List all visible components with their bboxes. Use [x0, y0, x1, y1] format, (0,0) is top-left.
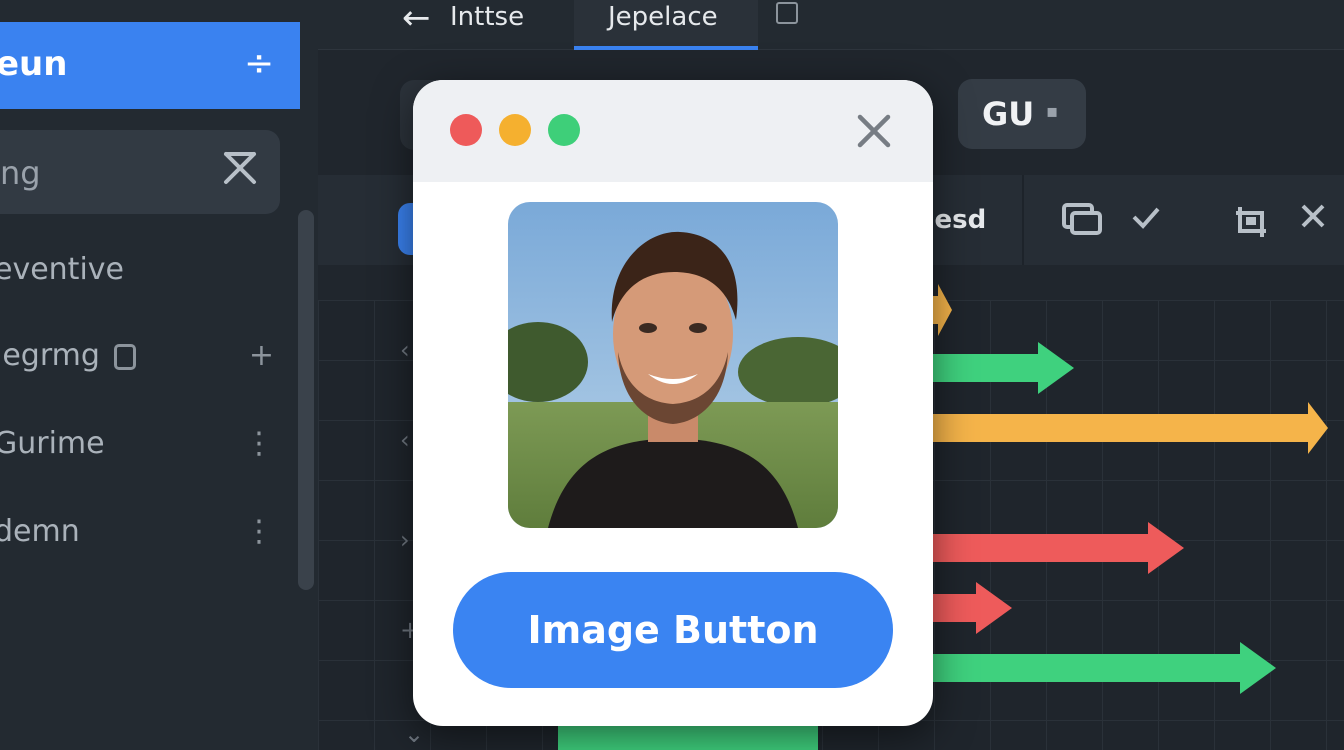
sidebar-scrollbar[interactable] — [298, 210, 314, 590]
sidebar-item-active[interactable]: eun ÷ — [0, 22, 300, 109]
search-input[interactable]: ng — [0, 154, 41, 192]
add-icon[interactable]: + — [249, 338, 274, 373]
timeline-bar-orange[interactable] — [898, 402, 1328, 454]
arrow-head — [1308, 402, 1328, 454]
sidebar-item[interactable]: legrmg + — [0, 338, 284, 398]
layers-icon[interactable] — [1060, 201, 1104, 245]
collapse-icon[interactable]: ⌄ — [404, 720, 424, 748]
app-window: eun ÷ ng eventive legrmg + Gurime ⋮ demn… — [0, 0, 1344, 750]
timeline-bar-green[interactable] — [898, 642, 1276, 694]
arrow-head — [1148, 522, 1184, 574]
sidebar-item[interactable]: Gurime ⋮ — [0, 426, 284, 486]
arrow-head — [976, 582, 1012, 634]
tab-bar: ← Inttse Jepelace — [318, 0, 1344, 50]
minimize-window-dot[interactable] — [499, 114, 531, 146]
back-arrow-icon[interactable]: ← — [402, 0, 431, 38]
tab-label: Jepelace — [608, 2, 718, 32]
row-handle-icon[interactable]: ‹ — [400, 336, 410, 364]
sidebar-item-label: Gurime — [0, 426, 105, 461]
pin-icon[interactable] — [776, 2, 798, 24]
maximize-window-dot[interactable] — [548, 114, 580, 146]
arrow-head — [1038, 342, 1074, 394]
close-icon[interactable] — [1298, 201, 1328, 239]
image-button-dialog: Image Button — [413, 80, 933, 726]
arrow-head — [938, 284, 952, 336]
active-tab-indicator — [574, 46, 758, 50]
timeline-bar-green[interactable] — [558, 724, 818, 750]
sidebar-item[interactable]: demn ⋮ — [0, 514, 284, 574]
profile-photo — [508, 202, 838, 528]
gu-dropdown[interactable]: GU ▪ — [958, 79, 1086, 149]
row-handle-icon[interactable]: › — [400, 526, 410, 554]
close-icon[interactable] — [855, 112, 893, 154]
image-button[interactable]: Image Button — [453, 572, 893, 688]
sidebar: eun ÷ ng eventive legrmg + Gurime ⋮ demn… — [0, 0, 318, 750]
sidebar-item-label: demn — [0, 514, 80, 549]
lock-icon — [114, 344, 136, 370]
tab-inttse[interactable]: Inttse — [450, 2, 524, 52]
check-icon[interactable] — [1130, 201, 1162, 241]
dialog-titlebar — [413, 80, 933, 182]
sidebar-item-label: eventive — [0, 252, 124, 287]
caret-icon: ▪ — [1046, 101, 1059, 122]
more-icon[interactable]: ⋮ — [244, 514, 274, 549]
crop-icon[interactable] — [1232, 201, 1272, 249]
more-icon[interactable]: ⋮ — [244, 426, 274, 461]
row-handle-icon[interactable]: ‹ — [400, 426, 410, 454]
timeline-bar-red[interactable] — [898, 522, 1184, 574]
search-field[interactable]: ng — [0, 130, 280, 214]
gu-label: GU — [982, 95, 1035, 133]
sidebar-item[interactable]: eventive — [0, 252, 284, 312]
sidebar-item-label: eun — [0, 44, 68, 84]
toolbar-divider — [1022, 175, 1024, 265]
divide-icon[interactable]: ÷ — [244, 44, 274, 84]
arrow-head — [1240, 642, 1276, 694]
sidebar-item-label: legrmg — [0, 338, 100, 373]
clear-search-icon[interactable] — [220, 148, 260, 192]
close-window-dot[interactable] — [450, 114, 482, 146]
tab-jepelace[interactable]: Jepelace — [574, 0, 758, 50]
